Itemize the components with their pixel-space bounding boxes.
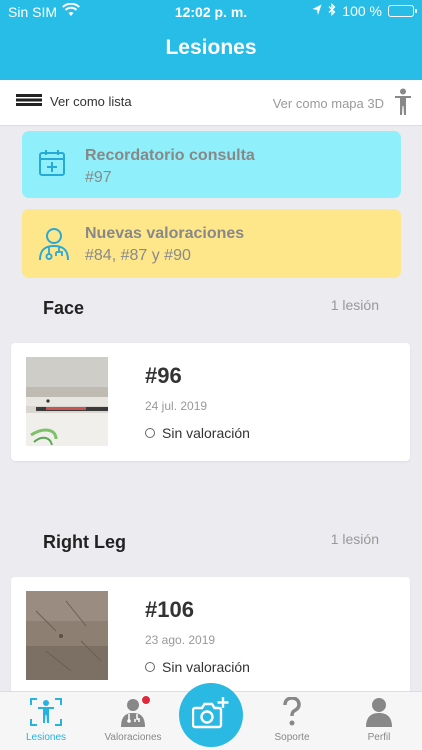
section-count-right-leg: 1 lesión [330, 531, 379, 547]
view-toggle-bar: Ver como lista Ver como mapa 3D [0, 80, 422, 126]
lesion-photo [26, 357, 108, 446]
lesion-status: Sin valoración [145, 425, 250, 441]
tab-perfil[interactable]: Perfil [337, 692, 421, 750]
reminder-subtitle: #97 [85, 169, 112, 186]
new-assessments-subtitle: #84, #87 y #90 [85, 247, 191, 264]
doctor-icon [91, 692, 175, 728]
list-view-label: Ver como lista [50, 94, 132, 109]
lesion-id: #96 [145, 363, 182, 388]
tab-label: Valoraciones [104, 732, 162, 743]
tab-soporte[interactable]: Soporte [250, 692, 334, 750]
app-header: Sin SIM 12:02 p. m. 100 % Lesiones [0, 0, 422, 80]
notification-badge [141, 695, 151, 705]
bluetooth-icon [328, 2, 336, 19]
body-scan-icon [4, 692, 88, 728]
lesion-date: 23 ago. 2019 [145, 633, 216, 647]
tab-label: Soporte [274, 732, 310, 743]
lesion-card[interactable]: #106 23 ago. 2019 Sin valoración [11, 577, 410, 695]
lesion-card[interactable]: #96 24 jul. 2019 Sin valoración [11, 343, 410, 461]
status-right: 100 % [312, 2, 417, 19]
section-count-face: 1 lesión [330, 297, 379, 313]
battery-icon [388, 5, 417, 17]
calendar-plus-icon [38, 149, 66, 182]
list-icon [16, 94, 42, 109]
page-title: Lesiones [165, 36, 257, 59]
map-view-toggle[interactable]: Ver como mapa 3D [273, 88, 412, 119]
reminder-banner[interactable]: Recordatorio consulta #97 [22, 131, 401, 198]
new-assessments-banner[interactable]: Nuevas valoraciones #84, #87 y #90 [22, 209, 401, 278]
reminder-title: Recordatorio consulta [85, 147, 255, 164]
map-view-label: Ver como mapa 3D [272, 96, 384, 111]
tab-label: Perfil [367, 732, 391, 743]
lesion-status-label: Sin valoración [162, 659, 250, 675]
section-title-right-leg: Right Leg [43, 532, 126, 552]
human-figure-icon [394, 88, 412, 119]
lesion-status-label: Sin valoración [162, 425, 250, 441]
doctor-icon [38, 227, 70, 266]
new-assessments-title: Nuevas valoraciones [85, 225, 245, 242]
battery-label: 100 % [342, 3, 382, 19]
tab-lesiones[interactable]: Lesiones [4, 692, 88, 750]
add-photo-button[interactable] [179, 683, 243, 747]
location-icon [312, 3, 322, 19]
lesion-id: #106 [145, 597, 194, 622]
user-icon [337, 692, 421, 728]
camera-add-icon [191, 696, 230, 735]
lesion-date: 24 jul. 2019 [145, 399, 208, 413]
lesion-photo [26, 591, 108, 680]
question-icon [250, 692, 334, 728]
lesion-status: Sin valoración [145, 659, 250, 675]
status-circle-icon [145, 662, 155, 672]
section-title-face: Face [43, 298, 85, 318]
tab-valoraciones[interactable]: Valoraciones [91, 692, 175, 750]
tab-label: Lesiones [25, 732, 67, 743]
status-circle-icon [145, 428, 155, 438]
status-bar: Sin SIM 12:02 p. m. 100 % [0, 0, 422, 24]
list-view-toggle[interactable]: Ver como lista [16, 94, 132, 109]
